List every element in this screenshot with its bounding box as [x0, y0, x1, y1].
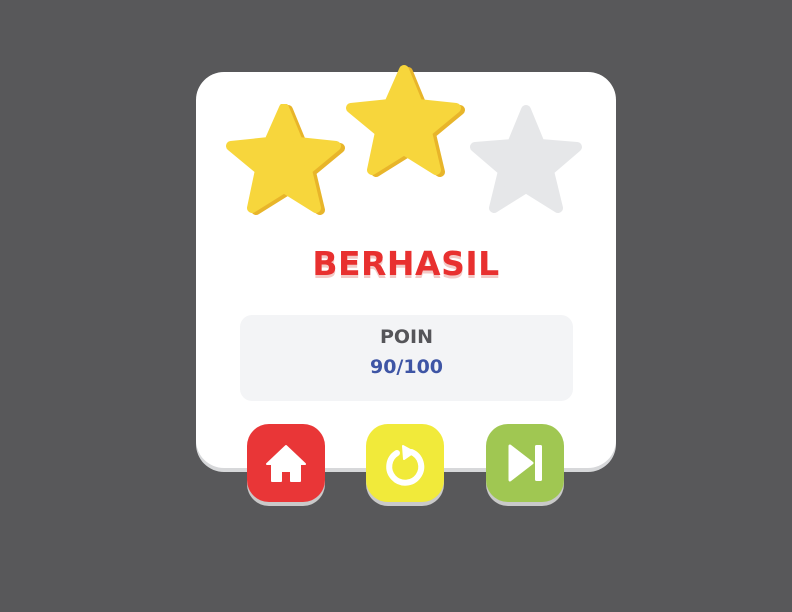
star-2-icon [346, 64, 466, 180]
home-button[interactable] [247, 424, 325, 502]
game-screen: BERHASIL POIN 90/100 [0, 0, 792, 612]
result-title: BERHASIL [312, 244, 500, 283]
score-label: POIN [379, 326, 434, 348]
star-3-empty-icon [468, 104, 584, 218]
retry-icon [386, 445, 425, 486]
star-1-icon [226, 104, 346, 220]
score-value: 90/100 [369, 356, 444, 378]
retry-button[interactable] [366, 424, 444, 502]
home-icon [266, 445, 306, 482]
score-panel: POIN 90/100 [240, 315, 573, 401]
next-icon [508, 444, 542, 482]
next-button[interactable] [486, 424, 564, 502]
